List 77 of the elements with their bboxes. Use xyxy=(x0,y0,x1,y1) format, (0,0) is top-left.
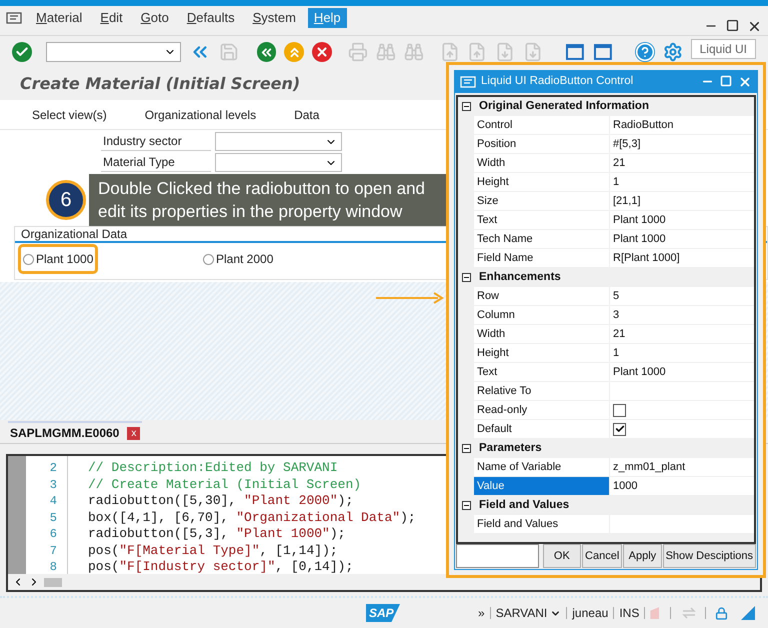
property-value[interactable]: 3 xyxy=(613,306,620,324)
dialog-button[interactable]: Apply xyxy=(623,544,662,568)
property-value[interactable]: Plant 1000 xyxy=(613,364,666,380)
line-number: 8 xyxy=(50,559,57,574)
line-number: 4 xyxy=(50,493,57,510)
property-label[interactable]: Control xyxy=(474,116,610,134)
property-value[interactable]: [21,1] xyxy=(613,192,641,210)
property-label[interactable]: Width xyxy=(474,154,610,172)
property-value[interactable]: Plant 1000 xyxy=(613,230,666,248)
line-number: 7 xyxy=(50,542,57,559)
menu-item[interactable]: System xyxy=(246,8,302,28)
property-value[interactable]: Plant 1000 xyxy=(613,212,666,228)
code-line: radiobutton([5,3], "Plant 1000"); xyxy=(88,526,346,542)
close-tab-button[interactable]: x xyxy=(127,426,140,440)
section-title: Field and Values xyxy=(479,498,570,513)
field-label: Material Type xyxy=(101,153,211,172)
property-label[interactable]: Text xyxy=(474,211,610,229)
property-label[interactable]: Height xyxy=(474,173,610,191)
code-line: // Create Material (Initial Screen) xyxy=(88,476,362,493)
property-value[interactable]: RadioButton xyxy=(613,116,674,134)
line-number: 3 xyxy=(50,476,57,493)
property-label[interactable]: Name of Variable xyxy=(474,458,610,476)
menu-item[interactable]: Material xyxy=(30,8,88,28)
property-label[interactable]: Position xyxy=(474,135,610,153)
line-number: 6 xyxy=(50,526,57,542)
window-title: Liquid UI RadioButton Control xyxy=(481,74,634,90)
dialog-button[interactable]: OK xyxy=(542,544,582,568)
sap-logo: SAP xyxy=(366,604,400,622)
toolbar-button[interactable]: Organizational levels xyxy=(144,106,256,124)
toolbar-button[interactable]: Data xyxy=(294,106,320,124)
group-title: Organizational Data xyxy=(21,227,128,241)
property-value[interactable]: 1000 xyxy=(613,478,638,494)
field-label: Industry sector xyxy=(101,132,211,151)
property-label[interactable]: Column xyxy=(474,306,610,324)
code-line: pos("F[Material Type]", [1,14]); xyxy=(88,542,339,559)
property-label[interactable]: Text xyxy=(474,363,610,381)
section-title: Enhancements xyxy=(479,270,561,285)
callout-tooltip: Double Clicked the radiobutton to open and edit its properties in the property window xyxy=(89,174,449,226)
property-label[interactable]: Size xyxy=(474,192,610,210)
property-value[interactable]: 5 xyxy=(613,288,620,304)
property-label[interactable]: Value xyxy=(474,477,610,495)
code-line: // Description:Edited by SARVANI xyxy=(88,460,339,476)
page-title: Create Material (Initial Screen) xyxy=(20,73,300,95)
toolbar-button[interactable]: Select view(s) xyxy=(32,106,107,124)
property-value[interactable]: 21 xyxy=(613,154,626,172)
code-line: box([4,1], [6,70], "Organizational Data"); xyxy=(88,510,416,526)
property-label[interactable]: Height xyxy=(474,344,610,362)
property-value[interactable]: R[Plant 1000] xyxy=(613,250,680,266)
property-value[interactable]: 1 xyxy=(613,344,620,362)
radio-button[interactable]: Plant 2000 xyxy=(201,247,276,271)
property-value[interactable]: 1 xyxy=(613,174,620,190)
status-item[interactable]: juneau xyxy=(572,604,608,622)
property-label[interactable]: Width xyxy=(474,325,610,343)
dialog-button[interactable]: Cancel xyxy=(582,544,622,568)
section-title: Original Generated Information xyxy=(479,98,649,114)
menu-item[interactable]: Goto xyxy=(134,8,175,28)
line-number: 2 xyxy=(50,460,57,476)
property-value[interactable]: z_mm01_plant xyxy=(613,458,686,476)
status-item[interactable]: » xyxy=(478,604,485,622)
menu-item[interactable]: Help xyxy=(308,8,347,28)
liquid-ui-button[interactable]: Liquid UI xyxy=(690,39,756,59)
dialog-button[interactable]: Show Desciptions xyxy=(662,544,756,568)
code-line: radiobutton([5,30], "Plant 2000"); xyxy=(88,493,354,510)
section-title: Parameters xyxy=(479,440,542,456)
radio-button[interactable]: Plant 1000 xyxy=(21,247,96,271)
property-value[interactable]: #[5,3] xyxy=(613,136,641,152)
line-number: 5 xyxy=(50,510,57,526)
menu-item[interactable]: Defaults xyxy=(180,8,241,28)
property-label[interactable]: Field Name xyxy=(474,249,610,267)
status-item[interactable]: INS xyxy=(619,604,640,622)
code-line: pos("F[Industry sector]", [0,14]); xyxy=(88,559,354,574)
property-value[interactable]: 21 xyxy=(613,326,626,342)
status-item[interactable]: SARVANI xyxy=(496,604,562,622)
property-label[interactable]: Row xyxy=(474,287,610,305)
editor-tab[interactable]: SAPLMGMM.E0060 xyxy=(10,424,120,442)
menu-item[interactable]: Edit xyxy=(94,8,129,28)
property-label[interactable]: Tech Name xyxy=(474,230,610,248)
